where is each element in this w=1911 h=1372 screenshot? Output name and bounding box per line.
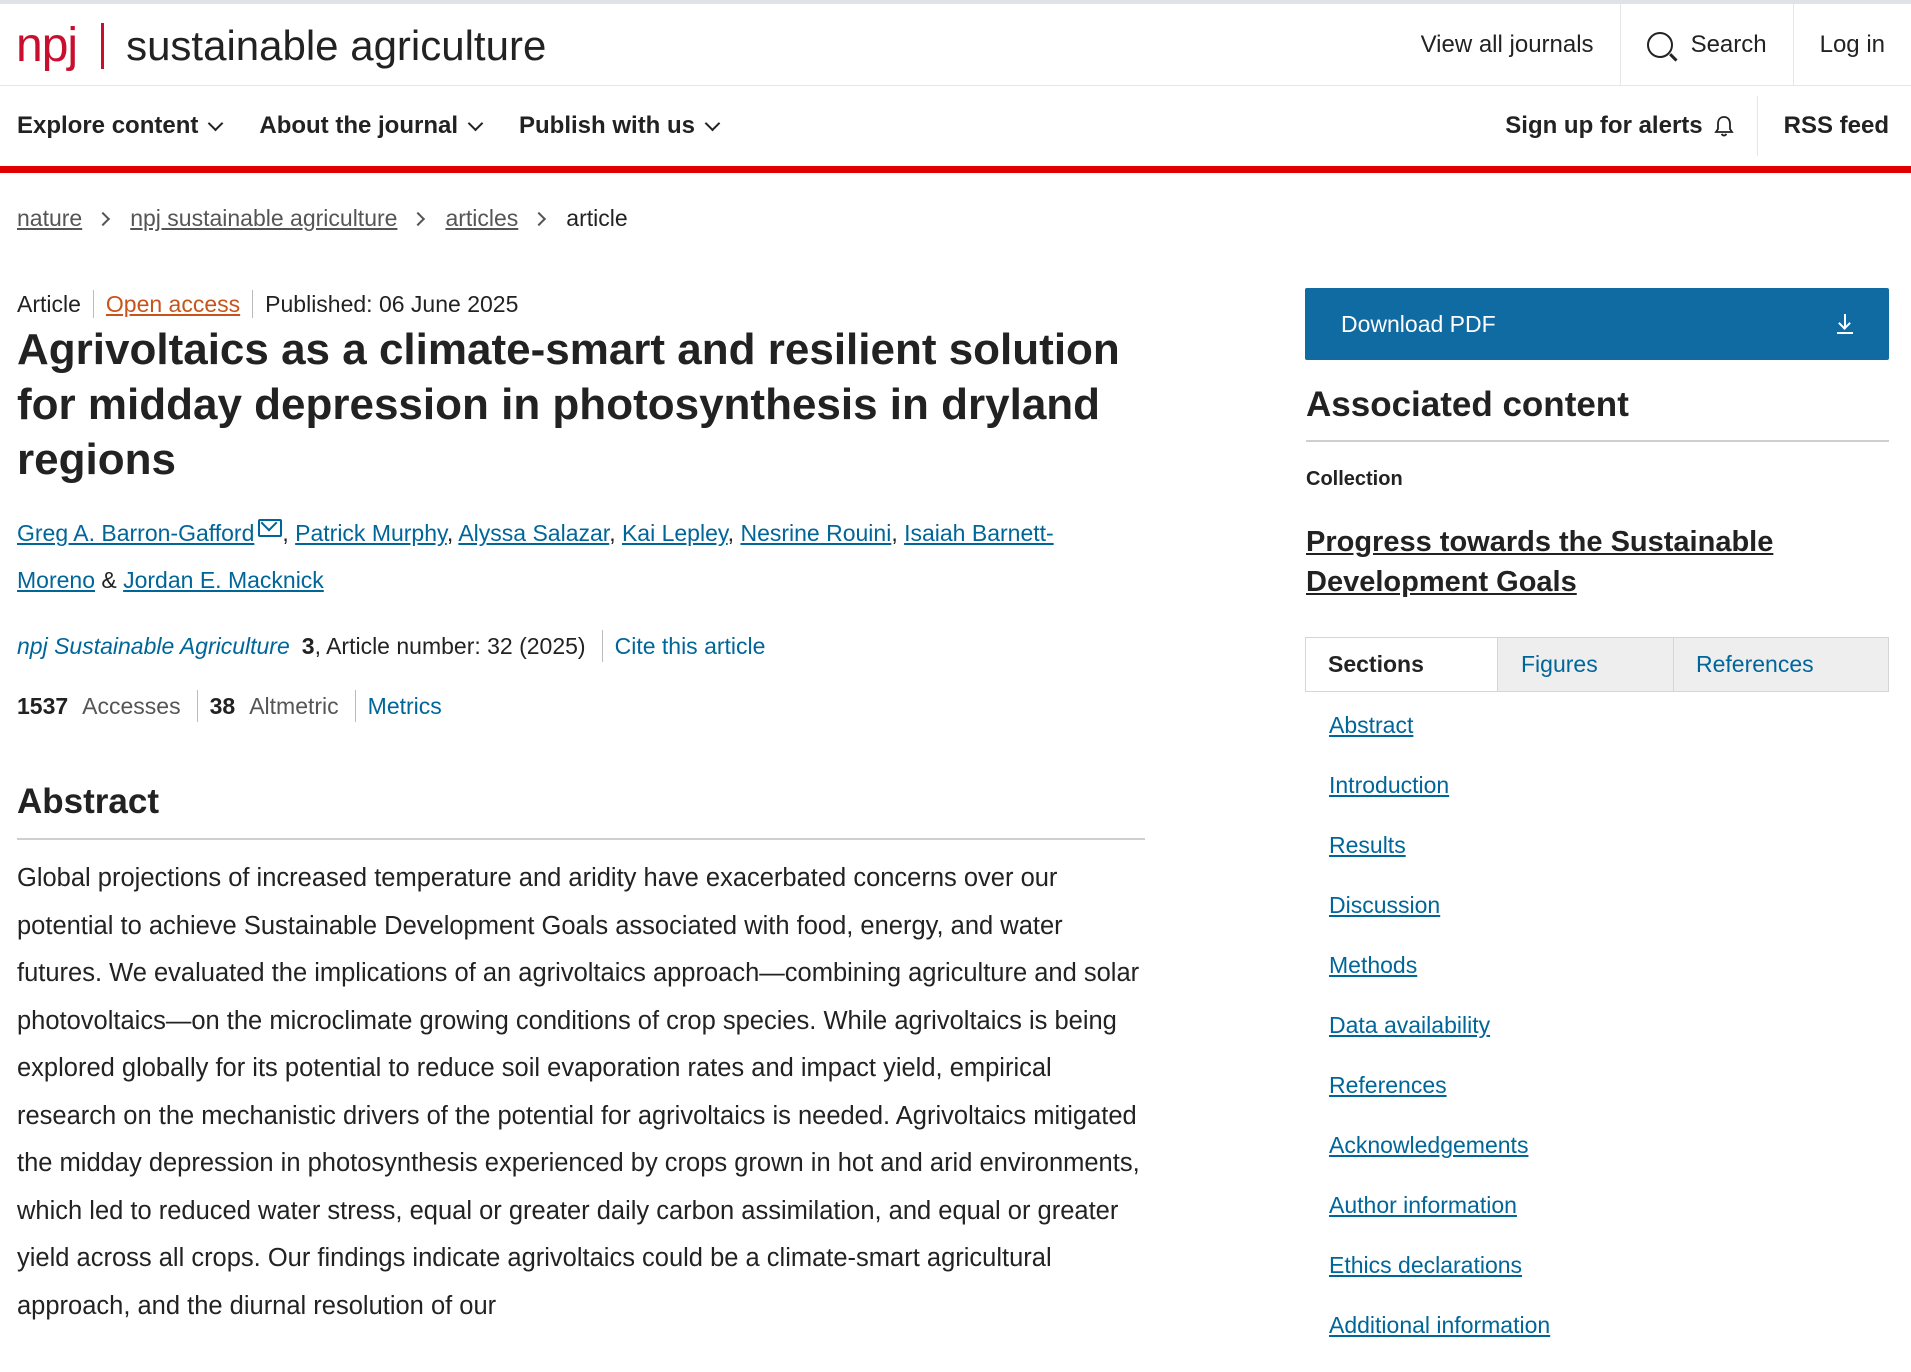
list-item: Additional information [1329,1312,1550,1372]
login-link[interactable]: Log in [1792,4,1911,85]
abstract-divider [17,838,1145,840]
volume: 3 [301,632,315,659]
download-pdf-button[interactable]: Download PDF [1305,288,1889,360]
chevron-right-icon [96,211,111,226]
chevron-right-icon [411,211,426,226]
abstract-text: Global projections of increased temperat… [17,864,1140,1320]
abstract-heading: Abstract [17,782,159,821]
author-list: Greg A. Barron-Gafford, Patrick Murphy, … [17,519,1054,593]
download-pdf-label: Download PDF [1341,310,1496,337]
section-link-data-availability[interactable]: Data availability [1329,1012,1490,1038]
citation-line: npj Sustainable Agriculture 3 , Article … [17,630,765,662]
sidebar-tabs: Sections Figures References [1305,637,1889,692]
nav-about-journal[interactable]: About the journal [259,112,484,140]
article-meta: Article Open access Published: 06 June 2… [17,290,518,318]
download-icon [1837,314,1853,334]
search-label: Search [1690,30,1767,58]
author-link[interactable]: Alyssa Salazar [458,520,609,546]
nav-explore-content[interactable]: Explore content [17,112,224,140]
section-link-additional-information[interactable]: Additional information [1329,1312,1550,1338]
meta-divider [354,690,356,722]
collection-label: Collection [1306,468,1403,490]
brand-journal-name: sustainable agriculture [126,22,547,69]
sign-up-alerts-label: Sign up for alerts [1505,112,1703,139]
section-link-results[interactable]: Results [1329,832,1406,858]
chevron-down-icon [467,115,484,131]
list-item: Introduction [1329,772,1550,832]
list-item: Author information [1329,1192,1550,1252]
rss-feed-link[interactable]: RSS feed [1756,96,1911,156]
list-item: Abstract [1329,712,1550,772]
section-link-methods[interactable]: Methods [1329,952,1417,978]
chevron-right-icon [532,211,547,226]
list-item: Results [1329,832,1550,892]
metrics-link[interactable]: Metrics [368,693,442,720]
search-button[interactable]: Search [1619,4,1793,85]
accesses-label: Accesses [82,692,181,719]
view-all-journals-link[interactable]: View all journals [1395,4,1620,85]
site-header: npj sustainable agriculture View all jou… [0,4,1911,86]
altmetric-count: 38 [209,692,236,719]
journal-name-link[interactable]: npj Sustainable Agriculture [17,633,290,660]
meta-divider [252,290,254,318]
altmetric-label: Altmetric [249,692,339,719]
section-nav-list: Abstract Introduction Results Discussion… [1329,712,1550,1372]
article-type: Article [17,290,81,317]
main-nav: Explore content About the journal Publis… [0,86,1911,173]
chevron-down-icon [208,115,224,131]
brand-divider [101,23,105,69]
section-link-discussion[interactable]: Discussion [1329,892,1440,918]
article-metrics: 1537 Accesses 38 Altmetric Metrics [17,690,442,722]
journal-logo[interactable]: npj sustainable agriculture [16,16,546,76]
meta-divider [92,290,94,318]
chevron-down-icon [704,115,721,131]
list-item: Data availability [1329,1012,1550,1072]
author-link[interactable]: Jordan E. Macknick [123,567,324,593]
meta-divider [196,690,198,722]
nav-explore-content-label: Explore content [17,112,199,139]
list-item: Acknowledgements [1329,1132,1550,1192]
section-link-author-information[interactable]: Author information [1329,1192,1517,1218]
breadcrumb: nature npj sustainable agriculture artic… [17,205,628,232]
accesses-count: 1537 [17,692,69,719]
tab-sections[interactable]: Sections [1306,638,1498,691]
nav-publish-with-us-label: Publish with us [519,112,696,139]
sign-up-alerts-link[interactable]: Sign up for alerts [1479,96,1756,156]
bell-icon [1713,116,1734,137]
associated-content-divider [1306,440,1889,442]
section-link-abstract[interactable]: Abstract [1329,712,1413,738]
author-link[interactable]: Greg A. Barron-Gafford [17,520,254,546]
article-number: , Article number: 32 (2025) [314,632,586,659]
author-link[interactable]: Kai Lepley [622,520,728,546]
author-link[interactable]: Patrick Murphy [295,520,447,546]
brand-npj: npj [16,19,78,72]
breadcrumb-articles[interactable]: articles [445,205,518,232]
article-title: Agrivoltaics as a climate-smart and resi… [17,325,1120,484]
section-link-acknowledgements[interactable]: Acknowledgements [1329,1132,1528,1158]
list-item: Methods [1329,952,1550,1012]
breadcrumb-journal[interactable]: npj sustainable agriculture [130,205,397,232]
breadcrumb-current: article [566,205,628,231]
nav-about-journal-label: About the journal [259,112,459,139]
list-item: Discussion [1329,892,1550,952]
tab-references[interactable]: References [1674,638,1888,691]
meta-divider [601,630,603,662]
section-link-introduction[interactable]: Introduction [1329,772,1449,798]
search-icon [1646,31,1673,58]
open-access-link[interactable]: Open access [106,291,240,318]
email-icon[interactable] [258,519,283,537]
cite-article-link[interactable]: Cite this article [615,633,766,660]
tab-figures[interactable]: Figures [1498,638,1674,691]
associated-content-heading: Associated content [1306,385,1629,424]
collection-link[interactable]: Progress towards the Sustainable Develop… [1306,522,1866,602]
published-date: Published: 06 June 2025 [265,290,519,317]
section-link-ethics-declarations[interactable]: Ethics declarations [1329,1252,1522,1278]
nav-publish-with-us[interactable]: Publish with us [519,112,721,140]
list-item: Ethics declarations [1329,1252,1550,1312]
breadcrumb-nature[interactable]: nature [17,205,82,232]
list-item: References [1329,1072,1550,1132]
author-link[interactable]: Nesrine Rouini [740,520,891,546]
header-actions: View all journals Search Log in [1395,4,1911,85]
section-link-references[interactable]: References [1329,1072,1447,1098]
